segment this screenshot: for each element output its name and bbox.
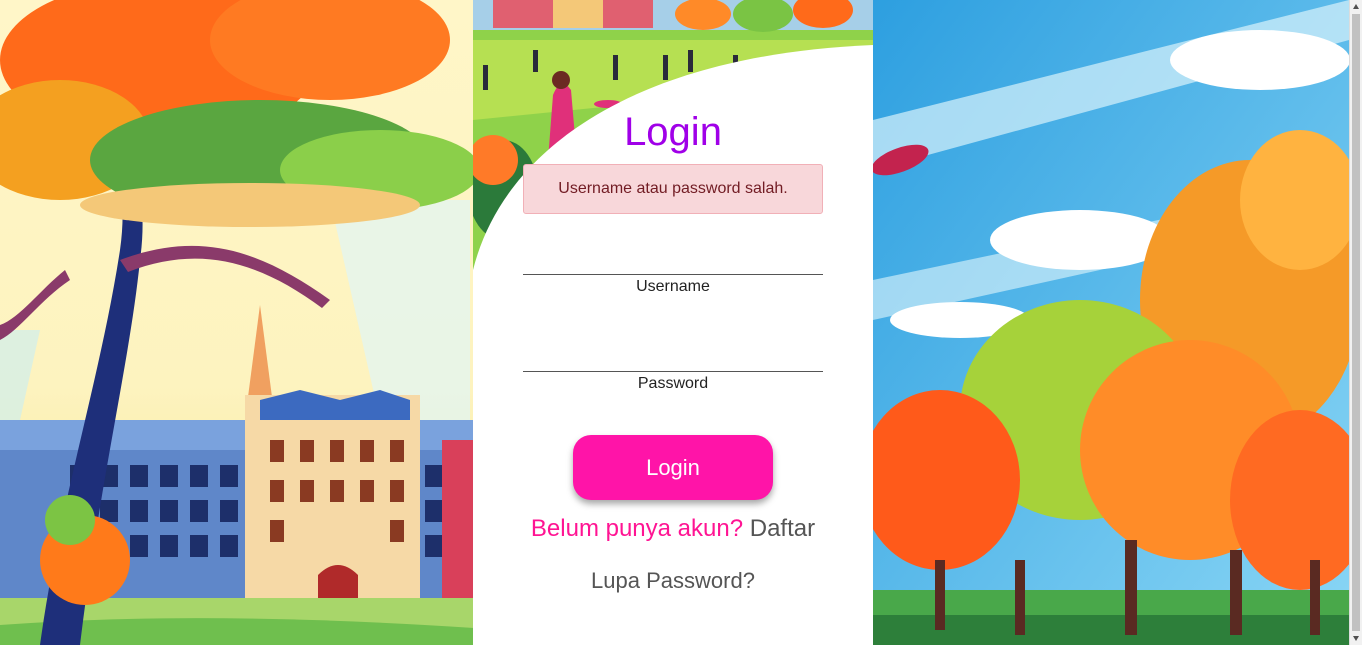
username-label: Username [636, 278, 710, 295]
vertical-scrollbar[interactable] [1349, 0, 1362, 645]
page-title: Login [624, 110, 722, 154]
password-label: Password [637, 375, 709, 392]
login-card: Login Username atau password salah. User… [473, 0, 873, 645]
forgot-password-link[interactable]: Lupa Password? [473, 568, 873, 594]
password-input[interactable] [523, 342, 823, 372]
error-alert: Username atau password salah. [523, 164, 823, 214]
scrollbar-thumb[interactable] [1352, 14, 1360, 631]
card-header-illustration [473, 0, 873, 645]
password-group: Password [523, 342, 823, 393]
register-line: Belum punya akun? Daftar [473, 515, 873, 543]
username-input[interactable] [523, 245, 823, 275]
login-button[interactable]: Login [573, 435, 773, 500]
register-link[interactable]: Daftar [750, 515, 815, 542]
register-prompt: Belum punya akun? [530, 515, 744, 542]
scroll-down-arrow-icon[interactable] [1353, 636, 1359, 641]
scroll-up-arrow-icon[interactable] [1353, 4, 1359, 9]
username-group: Username [523, 245, 823, 296]
